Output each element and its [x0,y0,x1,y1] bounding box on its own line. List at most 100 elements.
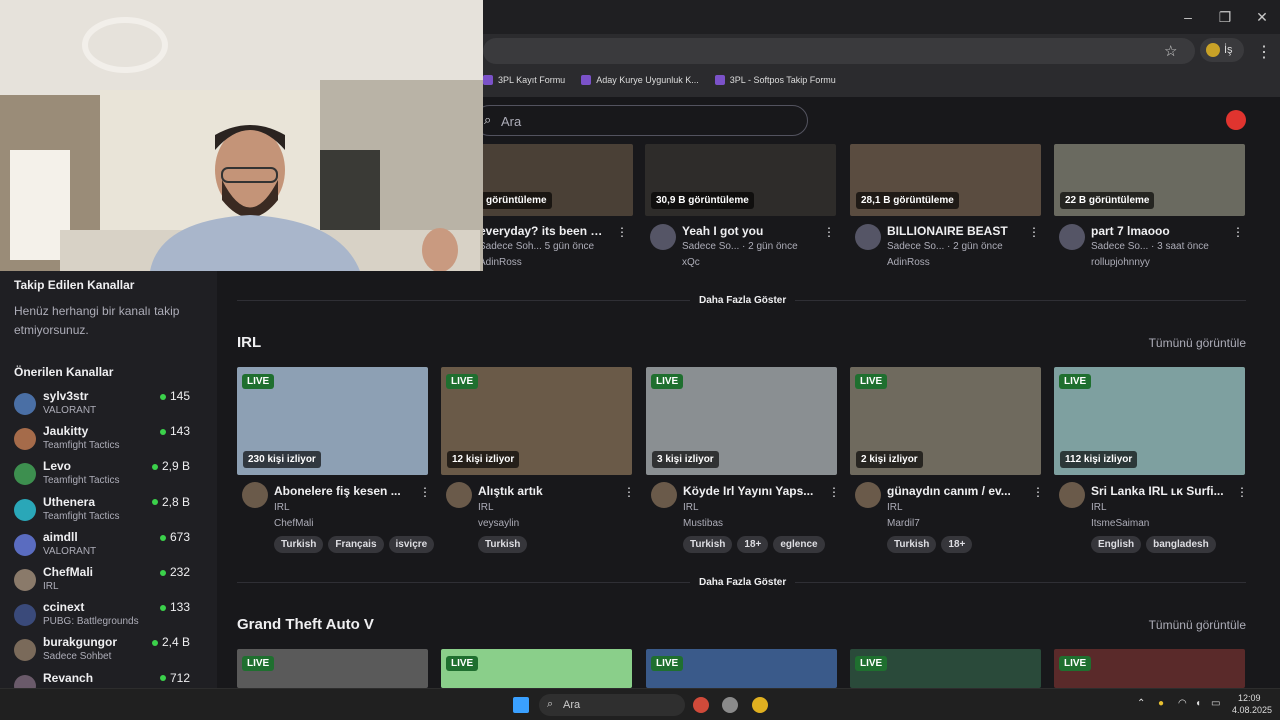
video-thumbnail[interactable]: 30,9 B görüntüleme [645,144,836,216]
tag-chip[interactable]: bangladesh [1146,536,1216,553]
stream-title[interactable]: Abonelere fiş kesen ... [274,484,420,498]
tag-chip[interactable]: 18+ [737,536,769,553]
profile-button[interactable]: İş [1200,38,1244,62]
show-more-button[interactable]: Daha Fazla Göster [690,295,796,306]
clock-date[interactable]: 4.08.2025 [1232,705,1272,715]
avatar[interactable] [855,482,881,508]
bookmark-item[interactable]: 3PL Kayıt Formu [483,70,565,90]
volume-icon[interactable]: ◖ [1195,698,1201,709]
video-title[interactable]: BILLIONAIRE BEAST [887,224,1033,238]
more-options-icon[interactable]: ⋮ [1236,485,1248,499]
tag-chip[interactable]: Français [328,536,384,553]
video-title[interactable]: Yeah I got you [682,224,828,238]
stream-thumbnail[interactable]: LIVE 230 kişi izliyor [237,367,428,475]
more-options-icon[interactable]: ⋮ [623,485,635,499]
channel-name[interactable]: ItsmeSaiman [1091,518,1149,529]
video-title[interactable]: part 7 lmaooo [1091,224,1237,238]
battery-icon[interactable]: ▭ [1211,698,1220,709]
channel-name[interactable]: Mustibas [683,518,723,529]
stream-category[interactable]: IRL [683,502,699,513]
microphone-icon[interactable]: ● [1158,698,1164,709]
stream-title[interactable]: günaydın canım / ev... [887,484,1033,498]
avatar[interactable] [1059,224,1085,250]
show-more-button[interactable]: Daha Fazla Göster [690,577,796,588]
bookmark-star-icon[interactable]: ☆ [1164,42,1177,60]
sidebar-channel-burakgungor[interactable]: burakgungor Sadece Sohbet 2,4 B [14,635,204,670]
tag-chip[interactable]: Turkish [478,536,528,553]
sidebar-channel-chefmali[interactable]: ChefMali IRL 232 [14,565,204,600]
channel-name[interactable]: Mardil7 [887,518,920,529]
stream-thumbnail[interactable]: LIVE [850,649,1041,688]
tag-chip[interactable]: eglence [773,536,825,553]
minimize-icon[interactable]: – [1171,6,1205,28]
address-bar[interactable] [483,38,1195,64]
stream-title[interactable]: Sri Lanka IRL ʟᴋ Surfi... [1091,484,1237,498]
see-all-link-gta[interactable]: Tümünü görüntüle [1149,618,1246,632]
avatar[interactable] [446,482,472,508]
search-input[interactable]: ⌕ Ara [474,105,808,136]
close-icon[interactable]: ✕ [1245,6,1279,28]
sidebar-channel-ccinext[interactable]: ccinext PUBG: Battlegrounds 133 [14,600,204,635]
channel-name[interactable]: rollupjohnnyy [1091,257,1150,268]
tag-chip[interactable]: 18+ [941,536,973,553]
stream-category[interactable]: IRL [887,502,903,513]
stream-thumbnail[interactable]: LIVE [237,649,428,688]
stream-title[interactable]: Köyde Irl Yayını Yaps... [683,484,829,498]
channel-name[interactable]: xQc [682,257,700,268]
stream-thumbnail[interactable]: LIVE [1054,649,1245,688]
see-all-link-irl[interactable]: Tümünü görüntüle [1149,336,1246,350]
channel-name[interactable]: AdinRoss [479,257,522,268]
wifi-icon[interactable]: ◠ [1178,698,1187,709]
channel-name[interactable]: ChefMali [274,518,313,529]
channel-name[interactable]: AdinRoss [887,257,930,268]
more-options-icon[interactable]: ⋮ [823,225,835,239]
more-options-icon[interactable]: ⋮ [1032,485,1044,499]
tag-chip[interactable]: Turkish [683,536,733,553]
avatar[interactable] [651,482,677,508]
tag-chip[interactable]: English [1091,536,1142,553]
video-thumbnail[interactable]: 22 B görüntüleme [1054,144,1245,216]
more-options-icon[interactable]: ⋮ [419,485,431,499]
sidebar-channel-sylv3str[interactable]: sylv3str VALORANT 145 [14,389,204,424]
more-options-icon[interactable]: ⋮ [616,225,628,239]
stream-thumbnail[interactable]: LIVE 112 kişi izliyor [1054,367,1245,475]
taskbar-search[interactable]: ⌕ Ara [539,694,685,716]
more-options-icon[interactable]: ⋮ [1028,225,1040,239]
stream-thumbnail[interactable]: LIVE [646,649,837,688]
avatar[interactable] [242,482,268,508]
video-thumbnail[interactable]: görüntüleme [475,144,633,216]
restore-icon[interactable]: ❐ [1208,6,1242,28]
channel-name[interactable]: veysaylin [478,518,519,529]
sidebar-channel-jaukitty[interactable]: Jaukitty Teamfight Tactics 143 [14,424,204,459]
more-options-icon[interactable]: ⋮ [828,485,840,499]
browser-menu-icon[interactable]: ⋮ [1256,42,1272,62]
stream-category[interactable]: IRL [478,502,494,513]
video-title[interactable]: everyday? its been a... [479,224,603,238]
sidebar-channel-uthenera[interactable]: Uthenera Teamfight Tactics 2,8 B [14,495,204,530]
bookmark-item[interactable]: 3PL - Softpos Takip Formu [714,70,836,90]
stream-thumbnail[interactable]: LIVE [441,649,632,688]
sidebar-channel-aimdll[interactable]: aimdll VALORANT 673 [14,530,204,565]
tag-chip[interactable]: isviçre [388,536,435,553]
avatar[interactable] [855,224,881,250]
tag-chip[interactable]: Turkish [887,536,937,553]
stream-title[interactable]: Alıştık artık [478,484,624,498]
windows-start-icon[interactable] [513,697,529,713]
tag-chip[interactable]: Turkish [274,536,324,553]
app-icon[interactable] [722,697,738,713]
chevron-up-icon[interactable]: ⌃ [1137,698,1145,709]
avatar[interactable] [1059,482,1085,508]
stream-thumbnail[interactable]: LIVE 12 kişi izliyor [441,367,632,475]
stream-category[interactable]: IRL [1091,502,1107,513]
avatar[interactable] [650,224,676,250]
clock-time[interactable]: 12:09 [1238,693,1261,703]
bookmark-item[interactable]: Aday Kurye Uygunluk K... [581,70,699,90]
more-options-icon[interactable]: ⋮ [1232,225,1244,239]
video-thumbnail[interactable]: 28,1 B görüntüleme [850,144,1041,216]
sidebar-channel-levo[interactable]: Levo Teamfight Tactics 2,9 B [14,459,204,494]
stream-thumbnail[interactable]: LIVE 2 kişi izliyor [850,367,1041,475]
stream-thumbnail[interactable]: LIVE 3 kişi izliyor [646,367,837,475]
stream-category[interactable]: IRL [274,502,290,513]
chrome-icon[interactable] [752,697,768,713]
user-avatar[interactable] [1226,110,1246,130]
